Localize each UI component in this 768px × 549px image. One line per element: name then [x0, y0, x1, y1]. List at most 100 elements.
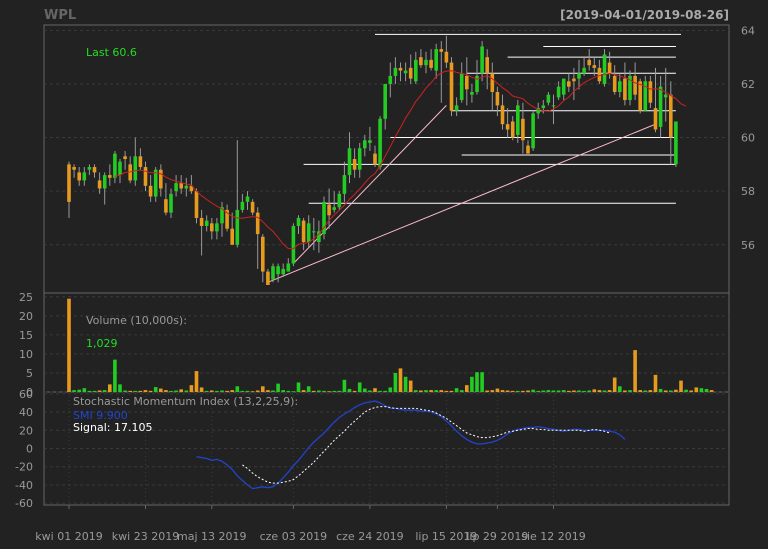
candle-body: [291, 226, 296, 264]
candle-body: [342, 175, 347, 194]
volume-label: Volume (10,000s):: [86, 314, 187, 327]
candle-body: [347, 148, 352, 176]
price-y-tick-label: 64: [741, 24, 755, 37]
volume-y-tick-label: 10: [19, 348, 33, 361]
candle-body: [638, 81, 642, 111]
candle-body: [327, 204, 331, 216]
volume-bar: [393, 372, 398, 392]
volume-bar: [388, 387, 393, 392]
volume-bar: [577, 390, 581, 392]
volume-bar: [408, 380, 413, 392]
candle-body: [143, 167, 148, 186]
volume-bar: [674, 389, 678, 392]
volume-bar: [403, 376, 408, 392]
candle-body: [516, 105, 520, 135]
candle-body: [429, 59, 433, 68]
volume-bar: [424, 390, 428, 392]
volume-bar: [327, 391, 331, 393]
volume-bar: [317, 390, 321, 392]
volume-bar: [521, 390, 525, 392]
candle-body: [255, 212, 260, 235]
candle-body: [306, 223, 311, 243]
volume-bar: [174, 390, 178, 392]
candle-body: [648, 81, 653, 103]
candle-body: [357, 148, 362, 170]
candle-body: [240, 201, 245, 210]
candle-body: [138, 156, 143, 168]
chart-date-range: [2019-04-01/2019-08-26]: [560, 8, 729, 22]
candle-body: [490, 73, 495, 92]
candle-body: [250, 201, 255, 213]
candle: [674, 121, 678, 168]
candle-body: [408, 67, 413, 79]
volume-bar: [271, 390, 275, 392]
candle-body: [87, 167, 92, 170]
price-y-tick-label: 60: [741, 132, 755, 145]
volume-bar: [189, 385, 194, 392]
candle-body: [602, 54, 607, 84]
candle-body: [235, 209, 240, 245]
volume-bar: [500, 390, 505, 392]
candle-body: [577, 73, 581, 79]
candle-body: [465, 75, 469, 90]
price-y-tick-label: 56: [741, 239, 755, 252]
volume-bar: [490, 390, 495, 392]
candle-body: [500, 105, 505, 125]
candle-body: [623, 78, 627, 101]
candle-body: [301, 220, 306, 243]
volume-bar: [709, 390, 714, 392]
volume-bar: [694, 387, 699, 392]
candle-body: [444, 51, 449, 63]
candle-body: [113, 153, 117, 178]
candle-body: [123, 156, 127, 159]
volume-bar: [541, 390, 546, 392]
candle-body: [470, 92, 474, 95]
candle-body: [174, 183, 178, 192]
volume-bar: [194, 371, 199, 392]
volume-bar: [291, 391, 296, 393]
candle-body: [72, 167, 76, 170]
volume-bar: [337, 390, 342, 392]
candle-body: [184, 185, 189, 189]
candle-body: [434, 49, 438, 71]
candle-body: [373, 153, 377, 165]
candle-body: [572, 78, 576, 82]
x-tick-label: lip 29 2019: [466, 530, 528, 543]
volume-bar: [143, 390, 148, 392]
volume-bar: [153, 387, 158, 392]
volume-bar: [108, 384, 112, 392]
volume-bar: [638, 390, 642, 392]
volume-bar: [276, 383, 280, 392]
volume-bar: [602, 390, 607, 392]
volume-bar: [689, 390, 693, 392]
smi-panel-label: Stochastic Momentum Index (13,2,25,9):: [73, 395, 298, 408]
volume-bar: [225, 390, 229, 392]
smi-y-tick-label: -60: [15, 497, 33, 510]
candle-body: [164, 199, 168, 213]
candle-body: [495, 92, 500, 106]
candle-body: [383, 83, 387, 119]
volume-bar: [296, 382, 301, 392]
volume-bar: [281, 390, 285, 392]
volume-bar: [352, 390, 357, 392]
candle-body: [424, 59, 428, 66]
volume-bar: [459, 390, 464, 392]
volume-bar: [240, 390, 245, 392]
volume-bar: [118, 384, 122, 392]
volume-bar: [169, 390, 173, 392]
volume-bar: [368, 390, 372, 392]
candle-body: [332, 207, 336, 210]
volume-bar: [306, 386, 311, 392]
volume-y-tick-label: 25: [19, 291, 33, 304]
candle-body: [271, 266, 275, 280]
candle-body: [607, 62, 612, 74]
chart-canvas: WPL [2019-04-01/2019-08-26] kwi 01 2019 k…: [0, 0, 768, 549]
volume-bar: [592, 389, 597, 392]
volume-bar: [607, 390, 612, 392]
candle-body: [669, 94, 673, 138]
signal-value-label: Signal: 17.105: [73, 421, 152, 434]
candle-body: [663, 94, 668, 98]
volume-bar: [454, 388, 459, 392]
candle-body: [592, 65, 597, 68]
x-tick-label: maj 13 2019: [177, 530, 247, 543]
